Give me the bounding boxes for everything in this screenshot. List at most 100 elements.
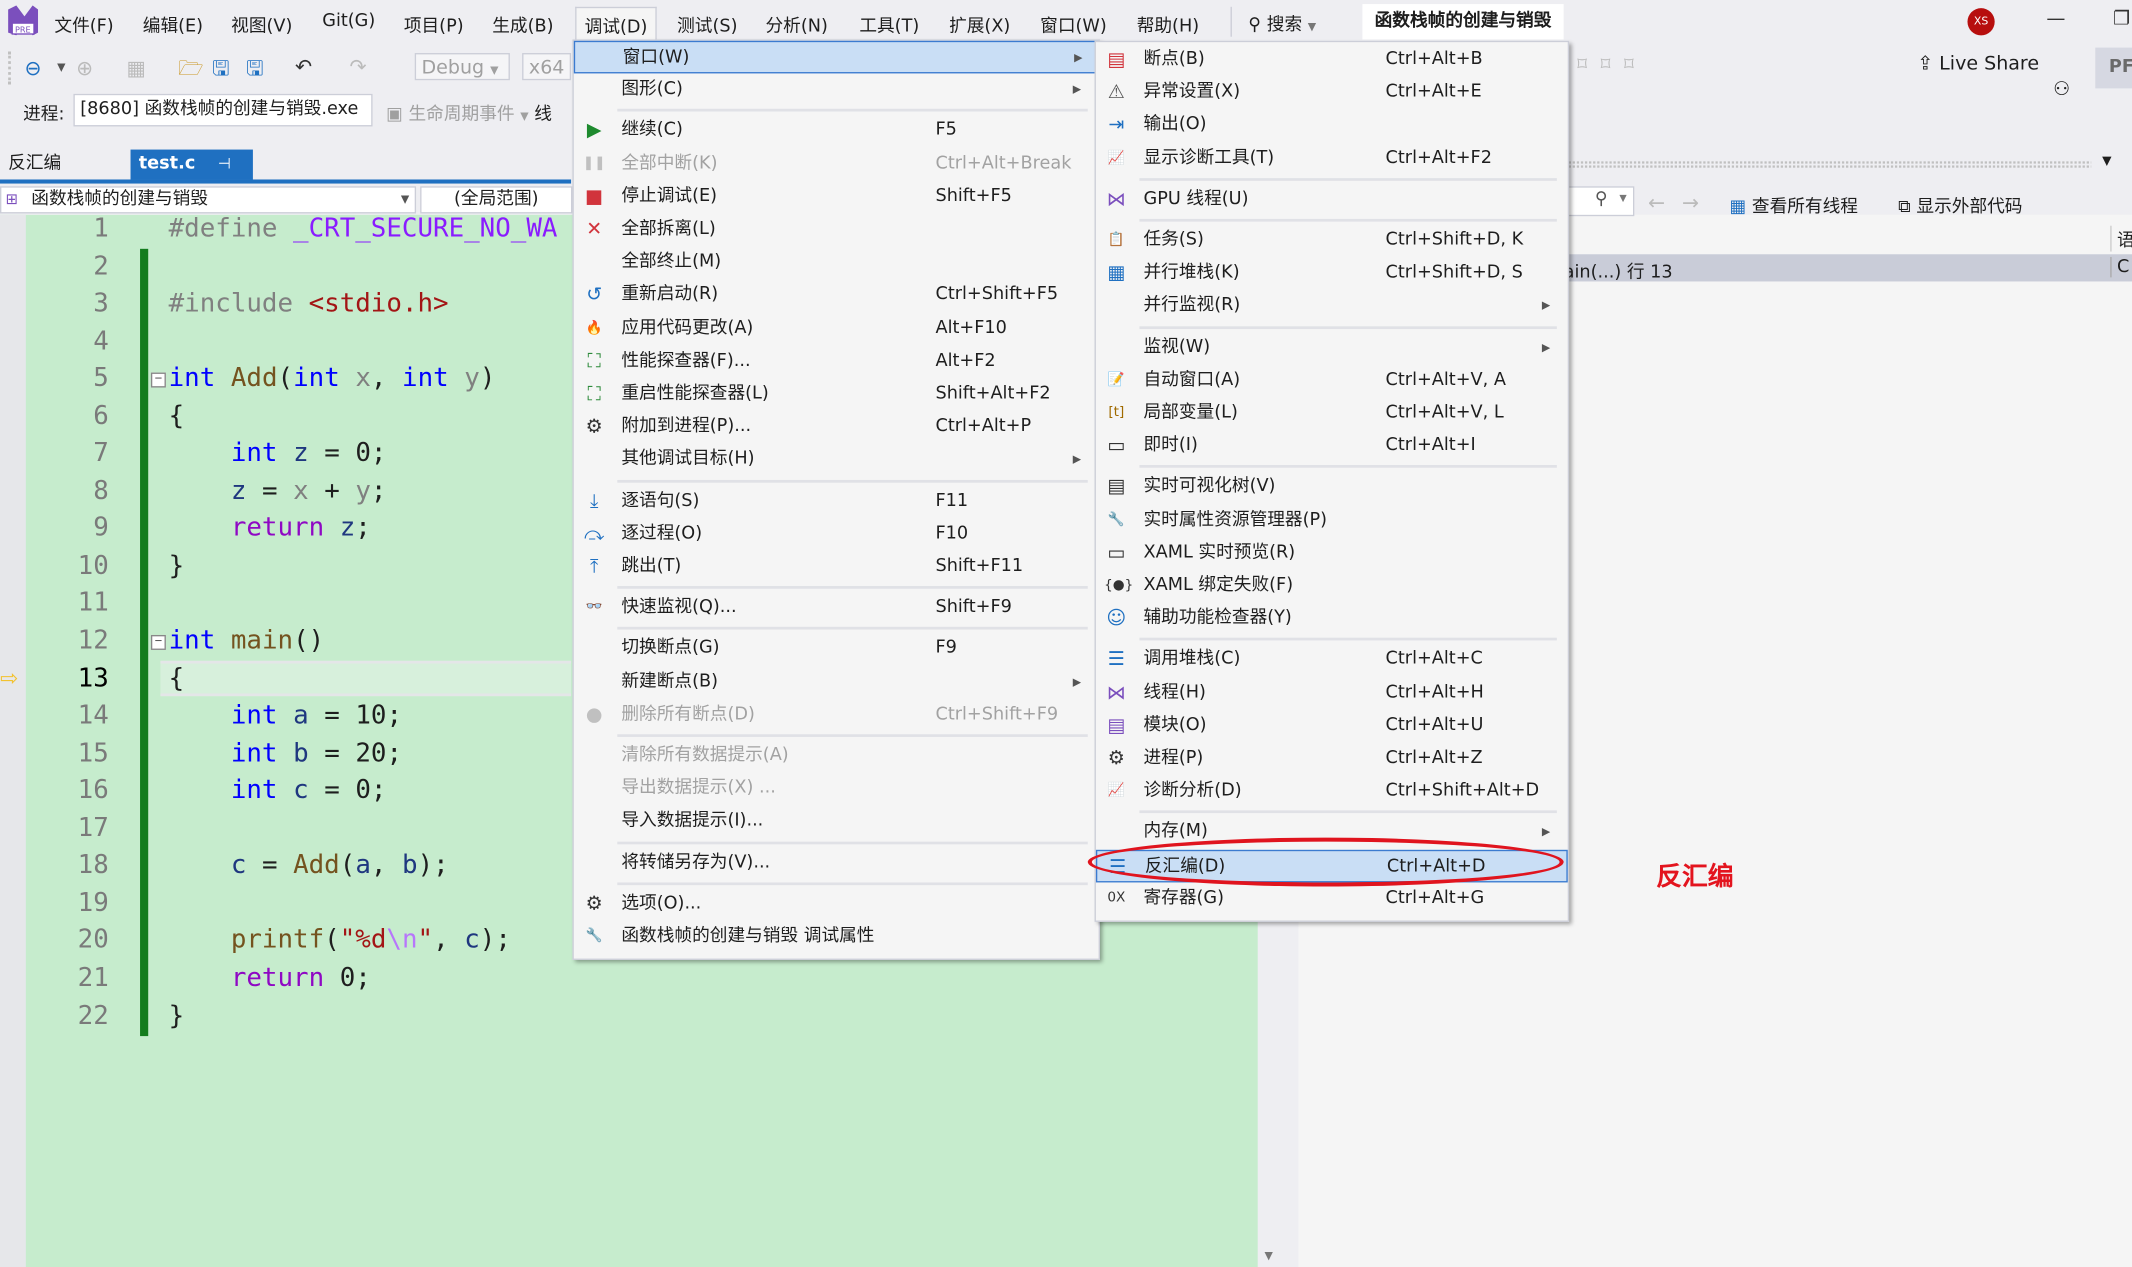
menu-item[interactable]: 窗口(W) ▶ (573, 40, 1099, 74)
menu-item[interactable]: 监视(W) ▶ (1096, 331, 1568, 364)
menu-item[interactable]: ⤒ 跳出(T) Shift+F11 (574, 551, 1099, 584)
menu-item[interactable]: 新建断点(B) ▶ (574, 666, 1099, 699)
save-all-icon[interactable]: 🖫 (246, 56, 263, 80)
menu-item[interactable]: 🔧 实时属性资源管理器(P) (1096, 504, 1568, 537)
menu-item[interactable]: ▤ 实时可视化树(V) (1096, 471, 1568, 504)
lifecycle-events-button[interactable]: ▣ 生命周期事件 ▼ 线 (386, 99, 552, 125)
minimize-button[interactable]: — (2046, 8, 2065, 30)
live-share-button[interactable]: ⇪ Live Share (1917, 53, 2039, 75)
call-stack-search[interactable]: ⚲ ▼ (1563, 186, 1635, 217)
tab-disassembly[interactable]: 反汇编 (0, 150, 133, 180)
menu-item[interactable]: 图形(C) ▶ (574, 74, 1099, 107)
stack-frame-name: ain(...) 行 13 (1563, 262, 1673, 283)
panel-dropdown-icon[interactable]: ▼ (2102, 155, 2111, 169)
bookmark-icons[interactable]: ⌑⌑⌑ (1577, 54, 1647, 76)
menu-item[interactable]: ☺ 辅助功能检查器(Y) (1096, 603, 1568, 636)
project-combo[interactable]: ⊞ 函数栈帧的创建与销毁 ▼ (0, 186, 417, 214)
redo-icon[interactable]: ↷ (349, 54, 366, 78)
column-header-language[interactable]: 语 (2110, 225, 2132, 252)
menu-item[interactable]: ▭ 即时(I) Ctrl+Alt+I (1096, 430, 1568, 463)
menu-item[interactable]: 将转储另存为(V)... (574, 847, 1099, 880)
toolbar-grip[interactable] (8, 51, 15, 85)
forward-arrow-icon[interactable]: → (1682, 190, 1699, 214)
scroll-down-icon[interactable]: ▼ (1265, 1250, 1273, 1262)
menu-git[interactable]: Git(G) (322, 11, 375, 31)
menu-item[interactable]: ↺ 重新启动(R) Ctrl+Shift+F5 (574, 279, 1099, 312)
configuration-combo[interactable]: Debug ▼ (414, 53, 510, 81)
process-combo[interactable]: [8680] 函数栈帧的创建与销毁.exe (73, 93, 373, 127)
search-button[interactable]: ⚲ 搜索 ▼ (1248, 10, 1316, 36)
menu-item[interactable]: ▤ 模块(O) Ctrl+Alt+U (1096, 709, 1568, 742)
new-project-icon[interactable]: ▦ (126, 56, 145, 80)
show-external-code-button[interactable]: ⧉ 显示外部代码 (1898, 192, 2022, 217)
menu-window[interactable]: 窗口(W) (1040, 11, 1107, 36)
platform-combo[interactable]: x64 (522, 53, 572, 81)
collapse-icon[interactable]: − (150, 634, 166, 650)
menu-item[interactable]: ⛶ 性能探查器(F)... Alt+F2 (574, 345, 1099, 378)
menu-tools[interactable]: 工具(T) (859, 11, 919, 36)
call-stack-row[interactable]: ain(...) 行 13 C (1563, 254, 2132, 283)
menu-item[interactable]: 📈 显示诊断工具(T) Ctrl+Alt+F2 (1096, 142, 1568, 175)
scope-combo[interactable]: (全局范围) (420, 186, 573, 214)
menu-item[interactable]: 👓 快速监视(Q)... Shift+F9 (574, 592, 1099, 625)
save-icon[interactable]: 🖫 (212, 56, 229, 80)
menu-edit[interactable]: 编辑(E) (143, 11, 203, 36)
pin-icon[interactable]: ⊣ (218, 155, 231, 173)
menu-item[interactable]: ⚙ 选项(O)... (574, 888, 1099, 921)
menu-item[interactable]: 并行监视(R) ▶ (1096, 290, 1568, 323)
menu-item[interactable]: 其他调试目标(H) ▶ (574, 444, 1099, 477)
menu-item[interactable]: ⇥ 输出(O) (1096, 109, 1568, 142)
menu-item[interactable]: ▭ XAML 实时预览(R) (1096, 537, 1568, 570)
menu-item[interactable]: 🔧 函数栈帧的创建与销毁 调试属性 (574, 921, 1099, 954)
menu-item[interactable]: {●} XAML 绑定失败(F) (1096, 570, 1568, 603)
menu-item[interactable]: ⋈ 线程(H) Ctrl+Alt+H (1096, 677, 1568, 710)
menu-item[interactable]: ☰ 调用堆栈(C) Ctrl+Alt+C (1096, 644, 1568, 677)
menu-item[interactable]: 0X 寄存器(G) Ctrl+Alt+G (1096, 882, 1568, 915)
menu-item[interactable]: ⤼ 逐过程(O) F10 (574, 518, 1099, 551)
menu-item[interactable]: 📋 任务(S) Ctrl+Shift+D, K (1096, 224, 1568, 257)
collapse-icon[interactable]: − (150, 372, 166, 388)
menu-item[interactable]: ⚙ 进程(P) Ctrl+Alt+Z (1096, 742, 1568, 775)
menu-item[interactable]: ▦ 并行堆栈(K) Ctrl+Shift+D, S (1096, 257, 1568, 290)
menu-item[interactable]: ■ 停止调试(E) Shift+F5 (574, 181, 1099, 214)
view-all-threads-button[interactable]: ▦ 查看所有线程 (1730, 192, 1858, 217)
navigate-forward-icon[interactable]: ⊕ (76, 56, 93, 80)
menu-analyze[interactable]: 分析(N) (766, 11, 828, 36)
menu-item[interactable]: [t] 局部变量(L) Ctrl+Alt+V, L (1096, 397, 1568, 430)
line-number: 18 (77, 849, 109, 880)
menu-build[interactable]: 生成(B) (492, 11, 553, 36)
tab-test-c[interactable]: test.c ⊣ ✕ (130, 149, 253, 204)
vs-logo-icon[interactable]: PRE (5, 5, 39, 36)
menu-view[interactable]: 视图(V) (231, 11, 292, 36)
menu-extensions[interactable]: 扩展(X) (949, 11, 1010, 36)
navigate-back-icon[interactable]: ⊖ (24, 56, 41, 80)
menu-project[interactable]: 项目(P) (404, 11, 464, 36)
menu-item[interactable]: 📈 诊断分析(D) Ctrl+Shift+Alt+D (1096, 775, 1568, 808)
menu-item[interactable]: ▤ 断点(B) Ctrl+Alt+B (1096, 44, 1568, 77)
menu-item[interactable]: ✕ 全部拆离(L) (574, 213, 1099, 246)
menu-item[interactable]: 导入数据提示(I)... (574, 805, 1099, 838)
feedback-icon[interactable]: ⚇ (2053, 79, 2070, 101)
menu-item[interactable]: ⚠ 异常设置(X) Ctrl+Alt+E (1096, 76, 1568, 109)
undo-icon[interactable]: ↶ (295, 54, 312, 78)
menu-item[interactable]: ⤓ 逐语句(S) F11 (574, 485, 1099, 518)
back-arrow-icon[interactable]: ← (1648, 190, 1665, 214)
menu-file[interactable]: 文件(F) (54, 11, 113, 36)
avatar[interactable]: XS (1967, 8, 1995, 36)
menu-item[interactable]: 全部终止(M) (574, 246, 1099, 279)
menu-item[interactable]: 📝 自动窗口(A) Ctrl+Alt+V, A (1096, 364, 1568, 397)
menu-help[interactable]: 帮助(H) (1137, 11, 1199, 36)
menu-item[interactable]: 🔥 应用代码更改(A) Alt+F10 (574, 312, 1099, 345)
open-file-icon[interactable]: 🗁 (178, 56, 203, 80)
menu-item[interactable]: ⚙ 附加到进程(P)... Ctrl+Alt+P (574, 411, 1099, 444)
menu-test[interactable]: 测试(S) (677, 11, 737, 36)
menu-item[interactable]: 切换断点(G) F9 (574, 633, 1099, 666)
menu-item-label: 新建断点(B) (621, 671, 719, 692)
chevron-down-icon[interactable]: ▼ (57, 56, 65, 80)
restore-button[interactable]: ❐ (2113, 8, 2130, 30)
preview-badge[interactable]: PF (2095, 47, 2132, 89)
menu-item[interactable]: ⋈ GPU 线程(U) (1096, 183, 1568, 216)
menu-item[interactable]: ▶ 继续(C) F5 (574, 115, 1099, 148)
panel-grip[interactable] (1563, 160, 2092, 169)
menu-item[interactable]: ⛶ 重启性能探查器(L) Shift+Alt+F2 (574, 378, 1099, 411)
